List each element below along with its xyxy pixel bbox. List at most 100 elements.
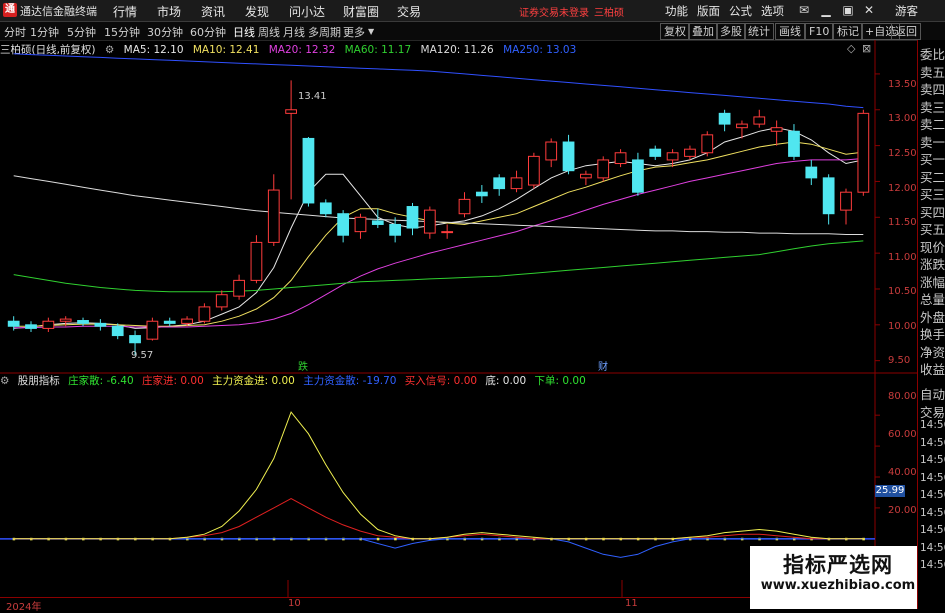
candle-body bbox=[441, 231, 454, 234]
sub-y-tick: 80.00 bbox=[888, 391, 917, 402]
y-tick: 13.00 bbox=[888, 113, 917, 124]
candle-body bbox=[840, 191, 852, 211]
indicator-name[interactable]: 股朋指标 bbox=[18, 375, 60, 387]
draw-button[interactable]: 画线 bbox=[775, 23, 805, 40]
mail-icon[interactable]: ✉ bbox=[795, 2, 813, 18]
stats-button[interactable]: 统计 bbox=[744, 23, 774, 40]
menu-wealth[interactable]: 财富圈 bbox=[343, 3, 379, 20]
trade-field-8: 14:56 bbox=[920, 524, 945, 536]
ma20-line bbox=[13, 158, 864, 329]
period-daily[interactable]: 日线 bbox=[233, 24, 255, 40]
candle-body bbox=[371, 220, 384, 225]
date-label: 11 bbox=[625, 598, 638, 609]
period-more[interactable]: 更多 bbox=[343, 24, 365, 40]
low-price-label: 9.57 bbox=[131, 350, 154, 361]
date-label: 10 bbox=[288, 598, 301, 609]
trade-field-9: 14:56 bbox=[920, 541, 945, 554]
candle-body bbox=[25, 324, 37, 329]
main-force-in-line bbox=[13, 411, 864, 540]
quote-field-4: 卖二 bbox=[920, 117, 945, 132]
period-60min[interactable]: 60分钟 bbox=[190, 24, 226, 40]
candle-body bbox=[597, 159, 610, 179]
candle-body bbox=[233, 279, 245, 297]
finance-marker[interactable]: 财 bbox=[598, 358, 608, 373]
mark-button[interactable]: 标记 bbox=[833, 23, 863, 40]
menu-options[interactable]: 选项 bbox=[761, 3, 784, 19]
login-warning[interactable]: 证券交易未登录 bbox=[519, 4, 589, 19]
f10-button[interactable]: F10 bbox=[805, 23, 834, 40]
close-icon[interactable]: ✕ bbox=[860, 2, 878, 18]
candle-body bbox=[701, 134, 714, 154]
quote-field-7: 买二 bbox=[920, 169, 945, 185]
period-monthly[interactable]: 月线 bbox=[283, 24, 305, 40]
quote-field-3: 卖三 bbox=[920, 99, 945, 115]
ma60-line bbox=[13, 240, 864, 293]
candle-body bbox=[545, 141, 558, 161]
y-tick: 10.50 bbox=[888, 286, 917, 297]
trade-field-3: 14:56 bbox=[920, 436, 945, 449]
ma120-line bbox=[13, 175, 864, 235]
adjust-button[interactable]: 复权 bbox=[660, 23, 690, 40]
menu-ask[interactable]: 问小达 bbox=[289, 3, 325, 20]
menu-layout[interactable]: 版面 bbox=[697, 3, 720, 19]
app-logo-icon: 通 bbox=[3, 3, 17, 17]
indicator-value: 主力资金进: 0.00 bbox=[212, 375, 295, 387]
trade-field-0[interactable]: 自动 bbox=[920, 384, 945, 403]
quote-field-8: 买三 bbox=[920, 187, 945, 202]
y-tick: 12.00 bbox=[888, 183, 917, 194]
current-value-badge: 25.99 bbox=[875, 485, 905, 497]
trade-field-4: 14:56 bbox=[920, 454, 945, 466]
period-intraday[interactable]: 分时 bbox=[4, 24, 26, 40]
menu-discover[interactable]: 发现 bbox=[245, 3, 269, 20]
fall-marker[interactable]: 跌 bbox=[298, 358, 308, 373]
guest-label[interactable]: 游客 bbox=[895, 3, 918, 19]
menu-function[interactable]: 功能 bbox=[665, 3, 688, 19]
candle-body bbox=[250, 241, 263, 281]
menu-trade[interactable]: 交易 bbox=[397, 3, 421, 20]
signal-dot bbox=[394, 537, 397, 541]
candle-body bbox=[649, 148, 662, 157]
ma5-line bbox=[13, 127, 864, 329]
candle-body bbox=[146, 320, 159, 340]
date-label: 2024年 bbox=[6, 602, 42, 613]
quote-field-11: 现价 bbox=[920, 239, 945, 255]
period-multi[interactable]: 多周期 bbox=[308, 24, 341, 40]
candle-body bbox=[458, 198, 471, 215]
period-weekly[interactable]: 周线 bbox=[258, 24, 280, 40]
indicator-value: 下单: 0.00 bbox=[534, 375, 586, 387]
period-1min[interactable]: 1分钟 bbox=[30, 24, 59, 40]
menu-formula[interactable]: 公式 bbox=[729, 3, 752, 19]
y-tick: 9.50 bbox=[888, 355, 911, 366]
candle-body bbox=[181, 318, 193, 324]
multi-stock-button[interactable]: 多股 bbox=[716, 23, 746, 40]
candle-body bbox=[423, 209, 436, 234]
quote-field-17: 净资 bbox=[920, 344, 945, 360]
indicator-settings-icon[interactable]: ⚙ bbox=[0, 375, 9, 387]
trade-field-1[interactable]: 交易 bbox=[920, 402, 945, 421]
period-5min[interactable]: 5分钟 bbox=[67, 24, 96, 40]
menu-markets[interactable]: 市场 bbox=[157, 3, 181, 20]
trade-field-2: 14:56 bbox=[920, 419, 945, 431]
menu-news[interactable]: 资讯 bbox=[201, 3, 225, 20]
restore-icon[interactable]: ▣ bbox=[839, 2, 857, 18]
candle-body bbox=[94, 322, 107, 327]
quote-field-9: 买四 bbox=[920, 204, 945, 220]
quote-field-12: 涨跌 bbox=[920, 257, 945, 272]
quote-field-16: 换手 bbox=[920, 327, 945, 342]
candle-body bbox=[77, 320, 89, 324]
minimize-icon[interactable]: ▁ bbox=[817, 2, 835, 18]
candle-body bbox=[389, 223, 402, 236]
period-30min[interactable]: 30分钟 bbox=[147, 24, 183, 40]
watermark-text: 指标严选网 bbox=[783, 553, 893, 577]
quote-field-15: 外盘 bbox=[920, 309, 945, 325]
candle-body bbox=[354, 216, 367, 233]
kline-chart[interactable] bbox=[0, 40, 917, 609]
more-arrow-icon[interactable]: ▼ bbox=[368, 27, 374, 36]
back-button[interactable]: 返回 bbox=[891, 23, 921, 40]
candle-body bbox=[562, 141, 575, 172]
candle-body bbox=[319, 202, 332, 215]
date-axis bbox=[0, 597, 875, 610]
period-15min[interactable]: 15分钟 bbox=[104, 24, 140, 40]
menu-market[interactable]: 行情 bbox=[113, 3, 137, 20]
overlay-button[interactable]: 叠加 bbox=[688, 23, 718, 40]
